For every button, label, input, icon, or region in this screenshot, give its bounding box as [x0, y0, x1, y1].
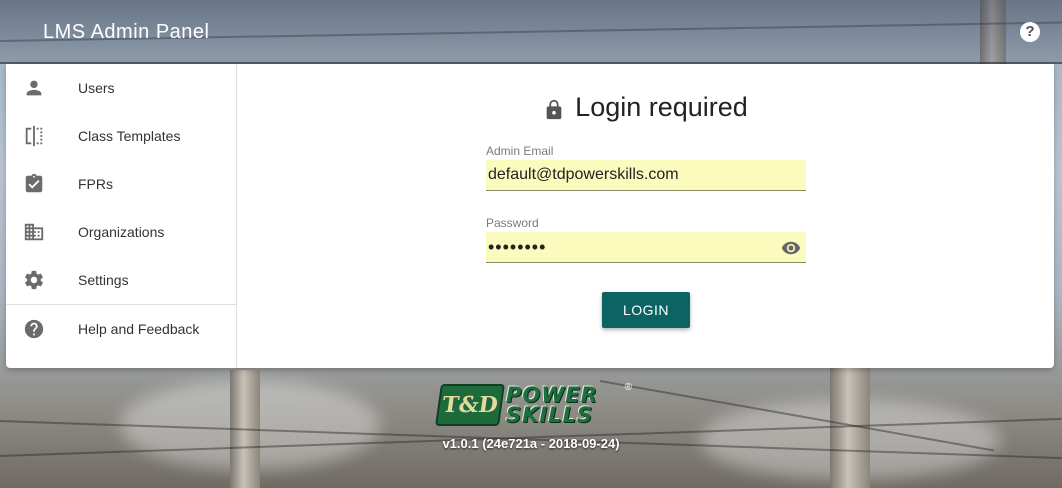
password-field[interactable] [486, 232, 806, 263]
brand-wordmark: POWER SKILLS [506, 383, 598, 427]
version-text: v1.0.1 (24e721a - 2018-09-24) [442, 436, 620, 451]
login-button[interactable]: LOGIN [602, 292, 690, 328]
login-heading: Login required [237, 92, 1054, 123]
eye-icon[interactable] [780, 238, 802, 258]
sidebar-item-label: Settings [78, 272, 129, 288]
app-header: LMS Admin Panel ? [0, 0, 1062, 64]
sidebar-item-class-templates[interactable]: Class Templates [6, 112, 236, 160]
template-icon [6, 125, 62, 147]
sidebar: Users Class Templates FPRs Organizations… [6, 64, 237, 368]
sidebar-item-help-feedback[interactable]: Help and Feedback [6, 305, 236, 353]
email-field-group: Admin Email [486, 144, 806, 191]
sidebar-item-settings[interactable]: Settings [6, 256, 236, 304]
building-icon [6, 221, 62, 243]
brand-mark: T&D [435, 384, 505, 426]
email-field[interactable] [486, 160, 806, 191]
person-icon [6, 77, 62, 99]
clipboard-check-icon [6, 173, 62, 195]
app-title: LMS Admin Panel [43, 21, 210, 43]
sidebar-item-users[interactable]: Users [6, 64, 236, 112]
sidebar-item-label: Help and Feedback [78, 321, 200, 337]
help-icon[interactable]: ? [1020, 22, 1040, 42]
password-field-group: Password [486, 216, 806, 263]
registered-mark: ® [624, 382, 632, 393]
gear-icon [6, 269, 62, 291]
password-label: Password [486, 216, 539, 230]
sidebar-item-label: Class Templates [78, 128, 181, 144]
main-card: Users Class Templates FPRs Organizations… [6, 64, 1054, 368]
sidebar-item-label: Organizations [78, 224, 165, 240]
login-title: Login required [575, 92, 748, 122]
login-panel: Login required Admin Email Password LOGI… [237, 64, 1054, 368]
sidebar-item-label: Users [78, 80, 115, 96]
brand-line-1: POWER [506, 383, 598, 407]
sidebar-item-fprs[interactable]: FPRs [6, 160, 236, 208]
email-label: Admin Email [486, 144, 554, 158]
lock-icon [546, 99, 562, 119]
sidebar-item-label: FPRs [78, 176, 113, 192]
sidebar-item-organizations[interactable]: Organizations [6, 208, 236, 256]
brand-line-2: SKILLS [506, 403, 594, 427]
help-circle-icon [6, 318, 62, 340]
brand-logo: T&D POWER SKILLS ® [435, 382, 634, 428]
